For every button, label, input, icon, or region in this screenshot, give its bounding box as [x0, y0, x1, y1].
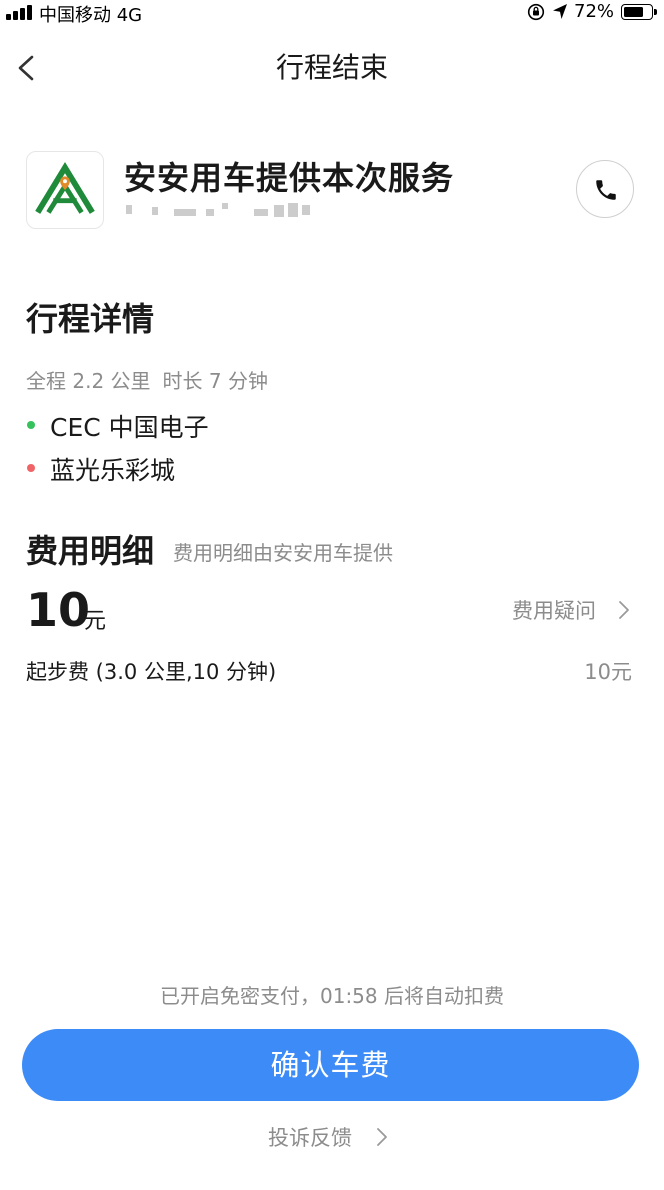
trip-duration: 时长 7 分钟	[162, 369, 268, 393]
orientation-lock-icon	[527, 3, 545, 21]
network-type: 4G	[116, 5, 143, 26]
redacted-vehicle-info	[124, 201, 324, 221]
fee-provider-note: 费用明细由安安用车提供	[173, 541, 393, 565]
start-dot-icon	[27, 421, 35, 429]
battery-icon	[621, 4, 657, 20]
trip-summary: 全程 2.2 公里 时长 7 分钟	[26, 365, 280, 394]
status-bar: 中国移动 4G 72%	[0, 0, 664, 26]
signal-icon	[6, 5, 34, 20]
call-driver-button[interactable]	[576, 160, 634, 218]
carrier-label: 中国移动 4G	[39, 1, 142, 27]
end-location-name: 蓝光乐彩城	[50, 456, 176, 485]
base-fee-label: 起步费 (3.0 公里,10 分钟)	[26, 660, 277, 684]
start-location-name: CEC 中国电子	[50, 413, 209, 442]
fee-amount: 10	[26, 583, 91, 637]
trip-detail-title: 行程详情	[26, 300, 155, 338]
chevron-left-icon	[18, 55, 34, 81]
confirm-fare-button[interactable]: 确认车费	[22, 1029, 639, 1101]
anan-logo-icon	[26, 151, 104, 229]
auto-pay-note: 已开启免密支付，01:58 后将自动扣费	[160, 984, 504, 1008]
back-button[interactable]	[10, 48, 44, 88]
fee-detail-title: 费用明细	[26, 532, 155, 570]
fee-query-label: 费用疑问	[512, 599, 596, 623]
trip-distance: 全程 2.2 公里	[26, 369, 151, 393]
base-fee-value: 10元	[584, 660, 632, 684]
location-arrow-icon	[553, 4, 567, 19]
phone-icon	[596, 180, 616, 200]
provider-name: 安安用车提供本次服务	[124, 159, 455, 197]
feedback-label: 投诉反馈	[268, 1126, 352, 1150]
fee-query-link[interactable]: 费用疑问	[512, 595, 629, 625]
chevron-right-icon	[377, 1128, 387, 1146]
battery-percentage: 72%	[574, 1, 615, 22]
carrier-name: 中国移动	[39, 5, 111, 26]
end-dot-icon	[27, 464, 35, 472]
page-title: 行程结束	[275, 51, 388, 84]
chevron-right-icon	[619, 601, 629, 619]
fee-unit: 元	[84, 609, 107, 634]
complaint-feedback-link[interactable]: 投诉反馈	[268, 1122, 398, 1152]
